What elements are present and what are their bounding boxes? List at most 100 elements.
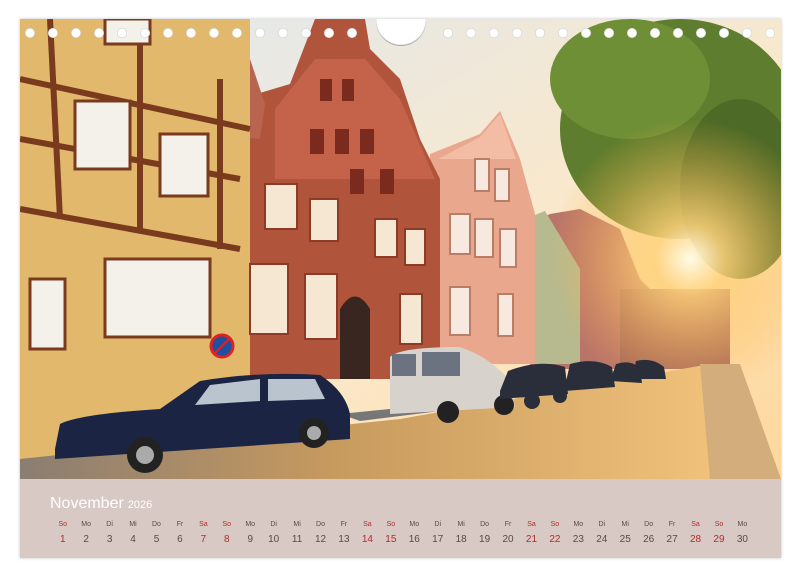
day-column: Di 10 [262, 519, 285, 547]
day-number: 17 [432, 534, 444, 545]
weekday-label: Mi [457, 521, 465, 528]
day-column: Sa 7 [192, 519, 215, 547]
weekday-label: Do [480, 521, 490, 528]
weekday-label: Do [316, 521, 325, 528]
day-column: So 22 [543, 519, 566, 547]
day-number: 5 [153, 534, 160, 545]
weekday-label: Di [106, 521, 113, 528]
day-column: Fr 20 [496, 519, 519, 547]
weekday-label: Mo [245, 521, 256, 528]
day-column: Mo 30 [731, 519, 754, 547]
weekday-label: Do [151, 521, 161, 528]
day-number: 26 [643, 534, 655, 545]
weekday-label: So [58, 521, 67, 528]
day-number: 8 [224, 534, 230, 545]
weekday-label: Fr [176, 521, 184, 528]
street-photo [20, 19, 781, 479]
day-column: Mi 4 [121, 519, 144, 547]
day-column: Mi 11 [285, 519, 308, 547]
binding-hole [71, 28, 81, 38]
weekday-label: Mo [737, 521, 748, 528]
binding-hole [140, 28, 150, 38]
day-number: 24 [596, 534, 608, 545]
weekday-label: Mi [621, 521, 629, 528]
binding-hole [696, 28, 706, 38]
day-column: Sa 21 [520, 519, 543, 547]
day-column: Mi 18 [449, 519, 472, 547]
weekday-label: Mi [129, 521, 137, 528]
binding-hole [48, 28, 58, 38]
weekday-label: Di [270, 521, 277, 528]
month-title: November 2026 [50, 495, 152, 513]
binding-hole [673, 28, 683, 38]
day-column: Mo 2 [74, 519, 97, 547]
weekday-label: So [714, 521, 724, 528]
binding-hole [650, 28, 660, 38]
day-number: 2 [83, 534, 89, 545]
day-number: 23 [572, 534, 584, 545]
weekday-label: Mo [409, 521, 420, 528]
weekday-label: So [386, 521, 396, 528]
day-number: 30 [736, 534, 748, 545]
weekday-label: Fr [668, 521, 676, 528]
weekday-label: Sa [691, 521, 700, 528]
day-grid: So 1 Mo 2 Di 3 Mi 4 Do 5 Fr 6 Sa 7 So 8 Mo 9 Di 10 Mi 11 Do 12 F… [51, 519, 754, 547]
day-column: Sa 14 [356, 519, 379, 547]
calendar-page: November 2026 So 1 Mo 2 Di 3 Mi 4 Do 5 Fr 6 Sa 7 So 8 Mo 9… [20, 19, 781, 558]
ring-binding [20, 19, 781, 49]
day-number: 6 [177, 534, 183, 545]
binding-hole [255, 28, 265, 38]
binding-hole [25, 28, 35, 38]
year-label: 2026 [127, 499, 153, 511]
day-column: So 1 [51, 519, 74, 547]
weekday-label: Sa [363, 521, 372, 528]
day-number: 7 [200, 534, 207, 545]
weekday-label: Mi [293, 521, 301, 528]
weekday-label: Di [598, 521, 606, 528]
day-number: 12 [314, 534, 327, 545]
day-column: Mi 25 [614, 519, 637, 547]
binding-hole [719, 28, 729, 38]
binding-hole [558, 28, 568, 38]
weekday-label: Fr [504, 521, 512, 528]
day-column: Di 3 [98, 519, 121, 547]
day-number: 20 [502, 534, 514, 545]
day-column: Mo 16 [403, 519, 426, 547]
binding-hole [324, 28, 334, 38]
day-column: So 8 [215, 519, 238, 547]
day-number: 13 [338, 534, 350, 545]
day-number: 3 [106, 534, 113, 545]
day-column: So 15 [379, 519, 402, 547]
binding-hole [232, 28, 242, 38]
day-number: 19 [479, 534, 491, 545]
day-column: Mo 23 [567, 519, 590, 547]
day-column: Fr 6 [168, 519, 191, 547]
binding-hole [301, 28, 311, 38]
day-column: Sa 28 [684, 519, 707, 547]
day-column: Do 5 [145, 519, 168, 547]
day-column: Di 24 [590, 519, 613, 547]
weekday-label: Sa [199, 521, 208, 528]
day-column: Di 17 [426, 519, 449, 547]
day-number: 18 [455, 534, 467, 545]
weekday-label: Mo [573, 521, 584, 528]
binding-hole [604, 28, 614, 38]
binding-hole [581, 28, 591, 38]
binding-hole [765, 28, 775, 38]
day-number: 28 [689, 534, 702, 545]
weekday-label: Fr [340, 521, 348, 528]
day-column: Mo 9 [239, 519, 262, 547]
calendar-strip: November 2026 So 1 Mo 2 Di 3 Mi 4 Do 5 Fr 6 Sa 7 So 8 Mo 9… [20, 479, 781, 558]
day-number: 4 [130, 534, 136, 545]
weekday-label: So [550, 521, 560, 528]
day-number: 14 [361, 534, 373, 545]
day-column: Do 19 [473, 519, 496, 547]
binding-hole [512, 28, 522, 38]
binding-hole [742, 28, 752, 38]
day-number: 21 [525, 534, 538, 545]
binding-hole [627, 28, 637, 38]
day-number: 10 [268, 534, 280, 545]
binding-hole [117, 28, 127, 38]
day-column: So 29 [707, 519, 730, 547]
day-column: Fr 27 [660, 519, 683, 547]
